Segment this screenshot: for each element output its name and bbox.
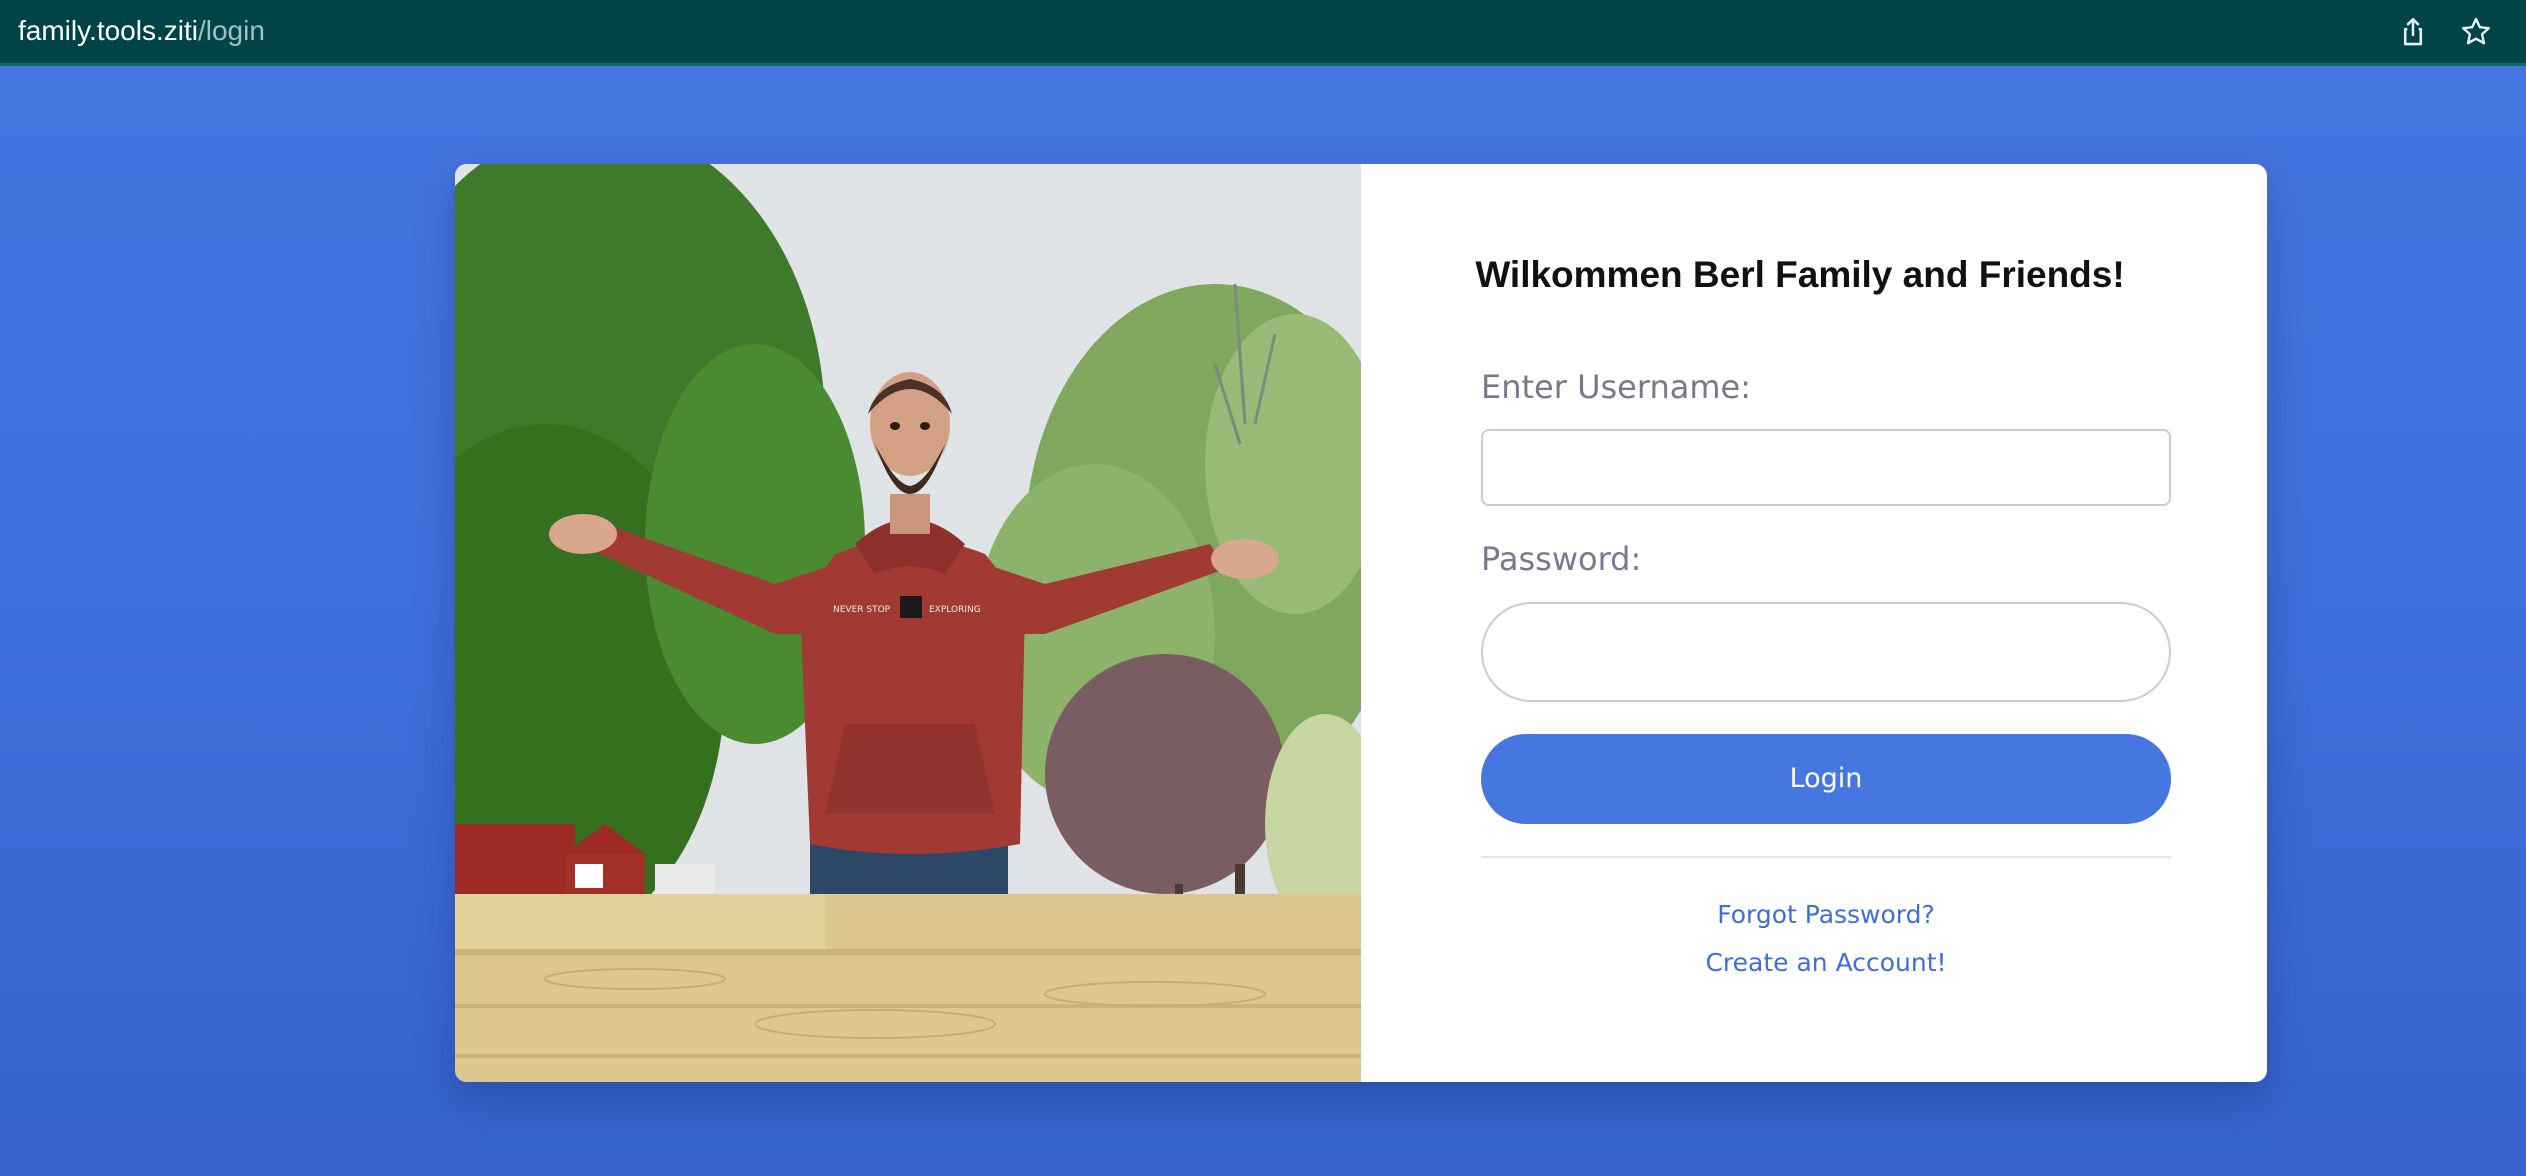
forgot-password-link[interactable]: Forgot Password?	[1481, 900, 2171, 929]
browser-address-bar: family.tools.ziti/login	[0, 0, 2526, 66]
hoodie-print-right: EXPLORING	[929, 605, 981, 615]
share-icon[interactable]	[2396, 15, 2430, 49]
create-account-link[interactable]: Create an Account!	[1481, 948, 2171, 977]
man-shrugging-photo: NEVER STOP EXPLORING	[455, 164, 1361, 1082]
url-field[interactable]: family.tools.ziti/login	[18, 13, 265, 49]
login-title: Wilkommen Berl Family and Friends!	[1475, 254, 2125, 295]
login-photo: NEVER STOP EXPLORING	[455, 164, 1361, 1082]
form-divider	[1481, 856, 2171, 858]
password-label: Password:	[1481, 540, 1642, 578]
login-card: NEVER STOP EXPLORING Wilkommen Berl Fami…	[455, 164, 2267, 1082]
login-form: Wilkommen Berl Family and Friends! Enter…	[1361, 164, 2267, 1082]
url-host: family.tools.ziti	[18, 15, 198, 46]
star-icon[interactable]	[2459, 15, 2493, 49]
username-input[interactable]	[1481, 429, 2171, 506]
password-input[interactable]	[1481, 602, 2171, 702]
login-button[interactable]: Login	[1481, 734, 2171, 824]
username-label: Enter Username:	[1481, 368, 1751, 406]
hoodie-print-left: NEVER STOP	[833, 605, 891, 615]
url-path: /login	[197, 15, 265, 46]
